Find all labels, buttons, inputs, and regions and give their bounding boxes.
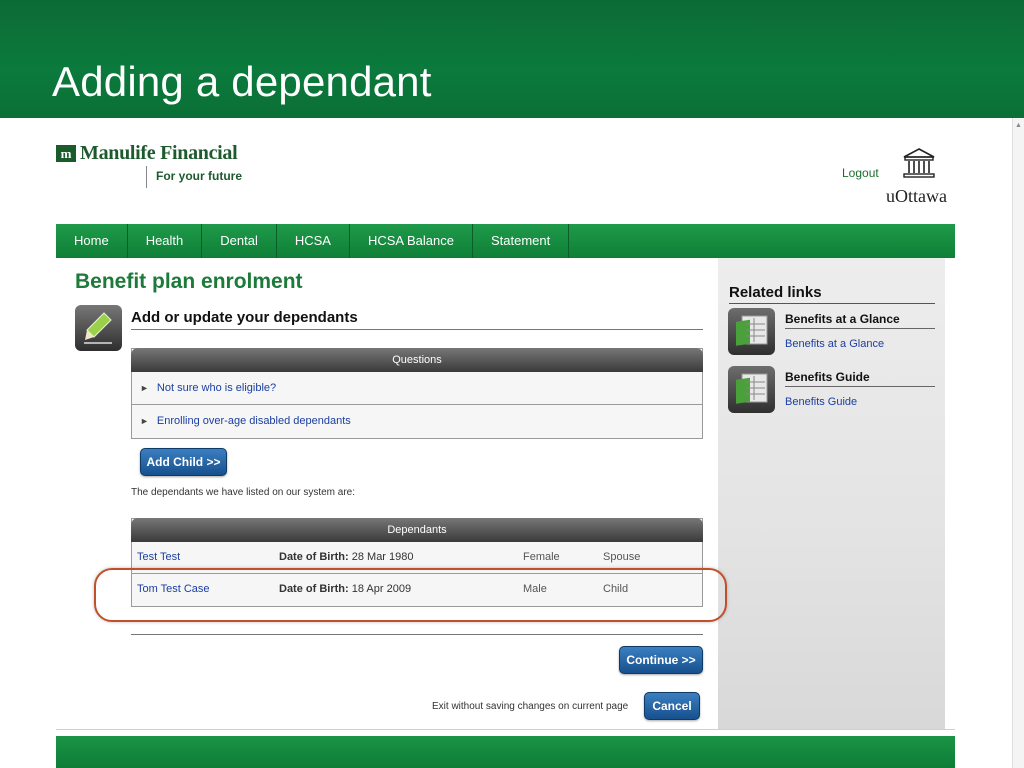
manulife-mark-icon: m [56,145,76,162]
questions-panel-header: Questions [131,348,703,372]
dependants-intro-text: The dependants we have listed on our sys… [131,487,356,498]
section-title: Add or update your dependants [131,309,703,330]
question-overage-disabled[interactable]: ► Enrolling over-age disabled dependants [132,405,702,438]
nav-hcsa[interactable]: HCSA [277,224,350,258]
expand-triangle-icon: ► [140,383,149,393]
logout-link[interactable]: Logout [842,166,879,180]
spreadsheet-icon [728,366,775,413]
question-label: Not sure who is eligible? [156,382,277,394]
manulife-logo: m Manulife Financial [56,142,238,165]
pencil-edit-icon [75,305,122,351]
spreadsheet-icon [728,308,775,355]
brand-tagline: For your future [146,166,242,188]
nav-health[interactable]: Health [128,224,203,258]
dob-value: 28 Mar 1980 [351,551,414,563]
brand-name: Manulife Financial [80,142,238,164]
scroll-up-icon[interactable]: ▲ [1015,122,1022,129]
continue-button[interactable]: Continue >> [619,646,703,674]
related-links-sidebar: Related links Benefits at a Glance Benef… [718,258,945,730]
related-link-benefits-at-a-glance[interactable]: Benefits at a Glance [785,338,884,350]
slide-title: Adding a dependant [52,58,432,105]
nav-dental[interactable]: Dental [202,224,277,258]
question-eligibility[interactable]: ► Not sure who is eligible? [132,372,702,405]
uottawa-wordmark: uOttawa [886,186,947,206]
related-links-title: Related links [729,284,935,304]
expand-triangle-icon: ► [140,416,149,426]
related-link-heading: Benefits Guide [785,370,935,387]
nav-statement[interactable]: Statement [473,224,570,258]
uottawa-building-icon [901,146,937,182]
page-title: Benefit plan enrolment [75,270,303,293]
footer-divider [56,729,955,730]
related-link-heading: Benefits at a Glance [785,312,935,329]
questions-panel: Questions ► Not sure who is eligible? ► En… [131,348,703,439]
nav-home[interactable]: Home [56,224,128,258]
cancel-button[interactable]: Cancel [644,692,700,720]
exit-without-saving-text: Exit without saving changes on current p… [432,701,629,712]
divider [131,634,703,635]
slide-header: Adding a dependant [0,0,1024,118]
dependants-panel-header: Dependants [131,518,703,542]
question-label: Enrolling over-age disabled dependants [156,415,351,427]
footer-bar [56,736,955,768]
nav-hcsa-balance[interactable]: HCSA Balance [350,224,473,258]
dob-label: Date of Birth: [279,551,349,563]
main-nav: Home Health Dental HCSA HCSA Balance Sta… [56,224,955,258]
related-link-benefits-guide[interactable]: Benefits Guide [785,396,857,408]
vertical-scrollbar[interactable]: ▲ [1012,118,1024,768]
highlight-ring [94,568,727,622]
add-child-button[interactable]: Add Child >> [140,448,227,476]
